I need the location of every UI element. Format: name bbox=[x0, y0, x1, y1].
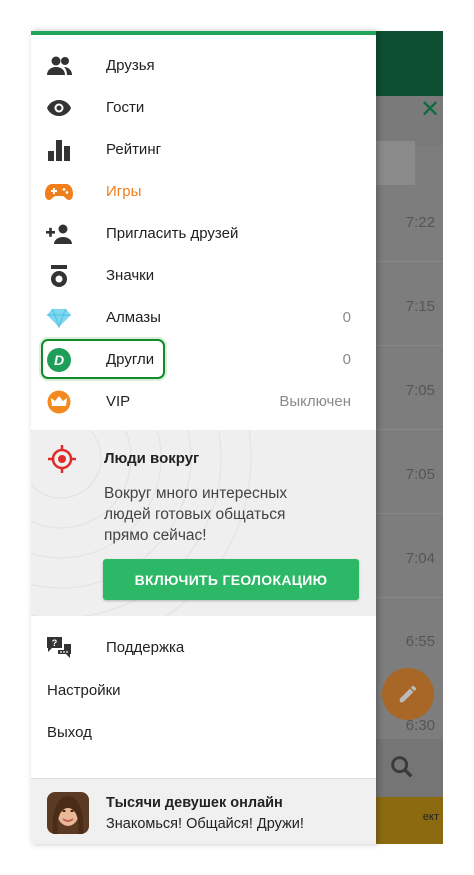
close-icon[interactable]: ✕ bbox=[420, 98, 440, 122]
menu-item-label: Алмазы bbox=[106, 309, 161, 326]
menu-item-vip[interactable]: VIP Выключен bbox=[31, 381, 376, 423]
message-time: 7:15 bbox=[405, 298, 435, 315]
menu-item-label: VIP bbox=[106, 393, 131, 410]
background-appbar bbox=[376, 31, 443, 96]
drugli-count: 0 bbox=[342, 351, 351, 368]
menu-item-label: Рейтинг bbox=[106, 141, 162, 158]
bar-chart-icon bbox=[45, 138, 73, 162]
people-around-title: Люди вокруг bbox=[104, 450, 200, 467]
svg-text:D: D bbox=[54, 352, 64, 368]
vip-status: Выключен bbox=[279, 393, 351, 410]
location-target-icon bbox=[48, 445, 76, 473]
vip-crown-icon bbox=[45, 390, 73, 414]
menu-item-diamonds[interactable]: Алмазы 0 bbox=[31, 297, 376, 339]
badge-icon bbox=[45, 264, 73, 288]
divider bbox=[376, 597, 443, 598]
divider bbox=[376, 261, 443, 262]
people-around-card: Люди вокруг Вокруг много интересных люде… bbox=[31, 430, 376, 616]
menu-item-label: Другли bbox=[106, 351, 155, 368]
menu-item-label: Гости bbox=[106, 99, 145, 116]
message-time: 7:22 bbox=[405, 214, 435, 231]
avatar bbox=[47, 792, 89, 834]
divider bbox=[376, 513, 443, 514]
divider bbox=[376, 429, 443, 430]
promo-subtitle: Знакомься! Общайся! Дружи! bbox=[106, 816, 304, 832]
compose-fab[interactable] bbox=[382, 668, 434, 720]
enable-geolocation-button[interactable]: ВКЛЮЧИТЬ ГЕОЛОКАЦИЮ bbox=[103, 559, 359, 600]
background-search-field bbox=[376, 141, 415, 185]
menu-item-badges[interactable]: Значки bbox=[31, 255, 376, 297]
message-time: 6:55 bbox=[405, 633, 435, 650]
menu-item-logout[interactable]: Выход bbox=[47, 724, 92, 741]
menu-item-support[interactable]: ? Поддержка bbox=[31, 627, 376, 669]
menu-item-friends[interactable]: Друзья bbox=[31, 45, 376, 87]
menu-item-label: Поддержка bbox=[106, 639, 185, 656]
friends-icon bbox=[45, 54, 73, 78]
message-time: 7:04 bbox=[405, 550, 435, 567]
menu-item-games[interactable]: Игры bbox=[31, 171, 376, 213]
diamonds-count: 0 bbox=[342, 309, 351, 326]
divider bbox=[376, 345, 443, 346]
message-time: 7:05 bbox=[405, 382, 435, 399]
menu-item-label: Друзья bbox=[106, 57, 155, 74]
menu-item-rating[interactable]: Рейтинг bbox=[31, 129, 376, 171]
diamond-icon bbox=[45, 306, 73, 330]
support-chat-icon: ? bbox=[45, 636, 73, 660]
search-icon[interactable] bbox=[388, 753, 416, 781]
screen: ✕ 7:22 7:15 7:05 7:05 7:04 6:55 6:30 ект… bbox=[0, 0, 474, 875]
menu-item-label: Игры bbox=[106, 183, 142, 200]
menu-item-label: Значки bbox=[106, 267, 155, 284]
menu-item-drugli[interactable]: D Другли 0 bbox=[31, 339, 376, 381]
ad-text: ект bbox=[422, 811, 439, 823]
promo-title: Тысячи девушек онлайн bbox=[106, 795, 283, 811]
navigation-drawer: Друзья Гости Рейтинг Игры Пригласить дру… bbox=[31, 31, 376, 844]
gamepad-icon bbox=[45, 180, 73, 204]
menu-item-label: Пригласить друзей bbox=[106, 225, 239, 242]
svg-text:?: ? bbox=[52, 638, 58, 648]
people-around-text: Вокруг много интересных людей готовых об… bbox=[104, 485, 288, 544]
promo-banner[interactable]: Тысячи девушек онлайн Знакомься! Общайся… bbox=[31, 778, 376, 844]
drawer-accent-line bbox=[31, 31, 376, 35]
menu-item-settings[interactable]: Настройки bbox=[47, 682, 121, 699]
drugli-coin-icon: D bbox=[45, 348, 73, 372]
message-time: 7:05 bbox=[405, 466, 435, 483]
eye-icon bbox=[45, 96, 73, 120]
pencil-icon bbox=[399, 685, 417, 703]
menu-item-guests[interactable]: Гости bbox=[31, 87, 376, 129]
menu-item-invite-friends[interactable]: Пригласить друзей bbox=[31, 213, 376, 255]
background-app: ✕ 7:22 7:15 7:05 7:05 7:04 6:55 6:30 ект bbox=[376, 31, 443, 844]
add-person-icon bbox=[45, 222, 73, 246]
